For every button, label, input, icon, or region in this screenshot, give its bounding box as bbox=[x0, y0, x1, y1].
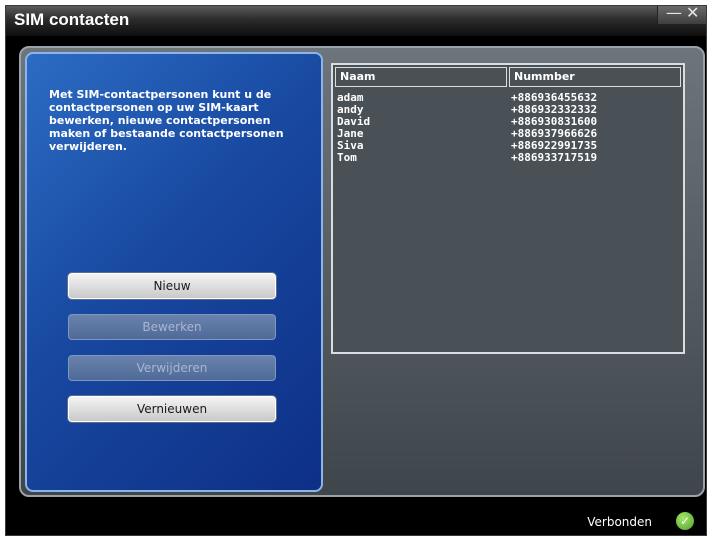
column-header-name[interactable]: Naam bbox=[335, 67, 507, 87]
refresh-button[interactable]: Vernieuwen bbox=[68, 396, 276, 422]
table-row[interactable]: adam +886936455632 bbox=[337, 92, 677, 104]
table-body: adam +886936455632 andy +886932332332 Da… bbox=[337, 92, 677, 164]
window-controls: — ✕ bbox=[657, 3, 706, 25]
contact-name: Tom bbox=[337, 151, 357, 164]
title-bar: SIM contacten — ✕ bbox=[6, 3, 706, 36]
table-row[interactable]: Tom +886933717519 bbox=[337, 152, 677, 164]
contact-number: +886933717519 bbox=[511, 151, 598, 164]
table-row[interactable]: David +886930831600 bbox=[337, 116, 677, 128]
table-row[interactable]: andy +886932332332 bbox=[337, 104, 677, 116]
minimize-button[interactable]: — bbox=[666, 3, 682, 22]
window-title: SIM contacten bbox=[14, 10, 130, 29]
sim-contacts-window: SIM contacten — ✕ Met SIM-contactpersone… bbox=[5, 3, 707, 537]
contacts-table[interactable]: Naam Nummber adam +886936455632 andy +88… bbox=[331, 63, 685, 354]
table-row[interactable]: Siva +886922991735 bbox=[337, 140, 677, 152]
edit-button: Bewerken bbox=[68, 314, 276, 340]
description-text: Met SIM-contactpersonen kunt u de contac… bbox=[49, 88, 284, 153]
actions-panel: Met SIM-contactpersonen kunt u de contac… bbox=[25, 52, 323, 492]
status-bar: Verbonden ✓ bbox=[6, 502, 706, 537]
new-button[interactable]: Nieuw bbox=[68, 273, 276, 299]
table-header: Naam Nummber bbox=[333, 65, 683, 89]
table-row[interactable]: Jane +886937966626 bbox=[337, 128, 677, 140]
check-icon: ✓ bbox=[676, 512, 694, 530]
column-header-number[interactable]: Nummber bbox=[509, 67, 681, 87]
close-button[interactable]: ✕ bbox=[686, 3, 699, 22]
delete-button: Verwijderen bbox=[68, 355, 276, 381]
connection-status: Verbonden bbox=[587, 515, 652, 529]
main-panel: Met SIM-contactpersonen kunt u de contac… bbox=[19, 46, 705, 497]
